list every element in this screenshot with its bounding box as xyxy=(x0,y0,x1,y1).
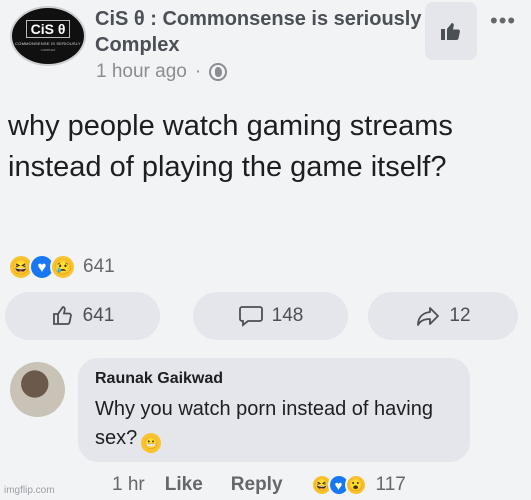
comment-actions: 1 hr Like Reply 😆 ♥ 😮 117 xyxy=(112,474,406,496)
post-meta: 1 hour ago · xyxy=(96,61,228,83)
more-options-button[interactable]: ••• xyxy=(490,8,516,34)
facebook-post: CiS θ COMMONSENSE IS SERIOUSLY COMPLEX C… xyxy=(0,0,531,500)
wow-icon: 😮 xyxy=(344,474,367,496)
like-count: 641 xyxy=(82,305,115,326)
comment-reply-button[interactable]: Reply xyxy=(231,474,283,496)
reaction-count: 641 xyxy=(83,256,115,277)
sad-icon: 😢 xyxy=(50,254,76,280)
comment-icon xyxy=(238,306,263,327)
avatar[interactable] xyxy=(10,362,65,417)
share-count: 12 xyxy=(449,305,471,326)
share-button[interactable]: 12 xyxy=(368,292,518,340)
meta-separator: · xyxy=(194,61,202,82)
comment-count: 148 xyxy=(271,305,304,326)
comment-author[interactable]: Raunak Gaikwad xyxy=(95,370,454,388)
like-page-button[interactable] xyxy=(425,2,477,60)
smirk-emoji-icon: 😬 xyxy=(141,433,162,453)
logo-text: CiS θ xyxy=(25,20,71,38)
thumbs-up-outline-icon xyxy=(52,306,72,325)
post-time[interactable]: 1 hour ago xyxy=(96,61,187,83)
logo-subtext: COMMONSENSE IS SERIOUSLY xyxy=(15,41,81,46)
page-name[interactable]: CiS θ : Commonsense is seriously Complex xyxy=(95,6,425,58)
comment-text-block: Why you watch porn instead of having sex… xyxy=(95,395,454,453)
logo-subtext-2: COMPLEX xyxy=(40,48,56,52)
like-button[interactable]: 641 xyxy=(5,292,160,340)
comment-bubble: Raunak Gaikwad Why you watch porn instea… xyxy=(78,358,470,462)
globe-icon xyxy=(209,63,228,81)
comment-button[interactable]: 148 xyxy=(193,292,348,340)
thumbs-up-icon xyxy=(441,23,460,40)
post-text: why people watch gaming streams instead … xyxy=(8,110,453,183)
comment-like-button[interactable]: Like xyxy=(165,474,203,496)
watermark: imgflip.com xyxy=(4,485,55,496)
comment-reaction-count: 117 xyxy=(375,474,406,495)
share-icon xyxy=(417,307,440,326)
reaction-summary[interactable]: 😆 ♥ 😢 641 xyxy=(8,254,115,280)
comment-reactions[interactable]: 😆 ♥ 😮 xyxy=(310,474,367,496)
comment-time[interactable]: 1 hr xyxy=(112,474,145,496)
page-logo[interactable]: CiS θ COMMONSENSE IS SERIOUSLY COMPLEX xyxy=(10,6,86,66)
